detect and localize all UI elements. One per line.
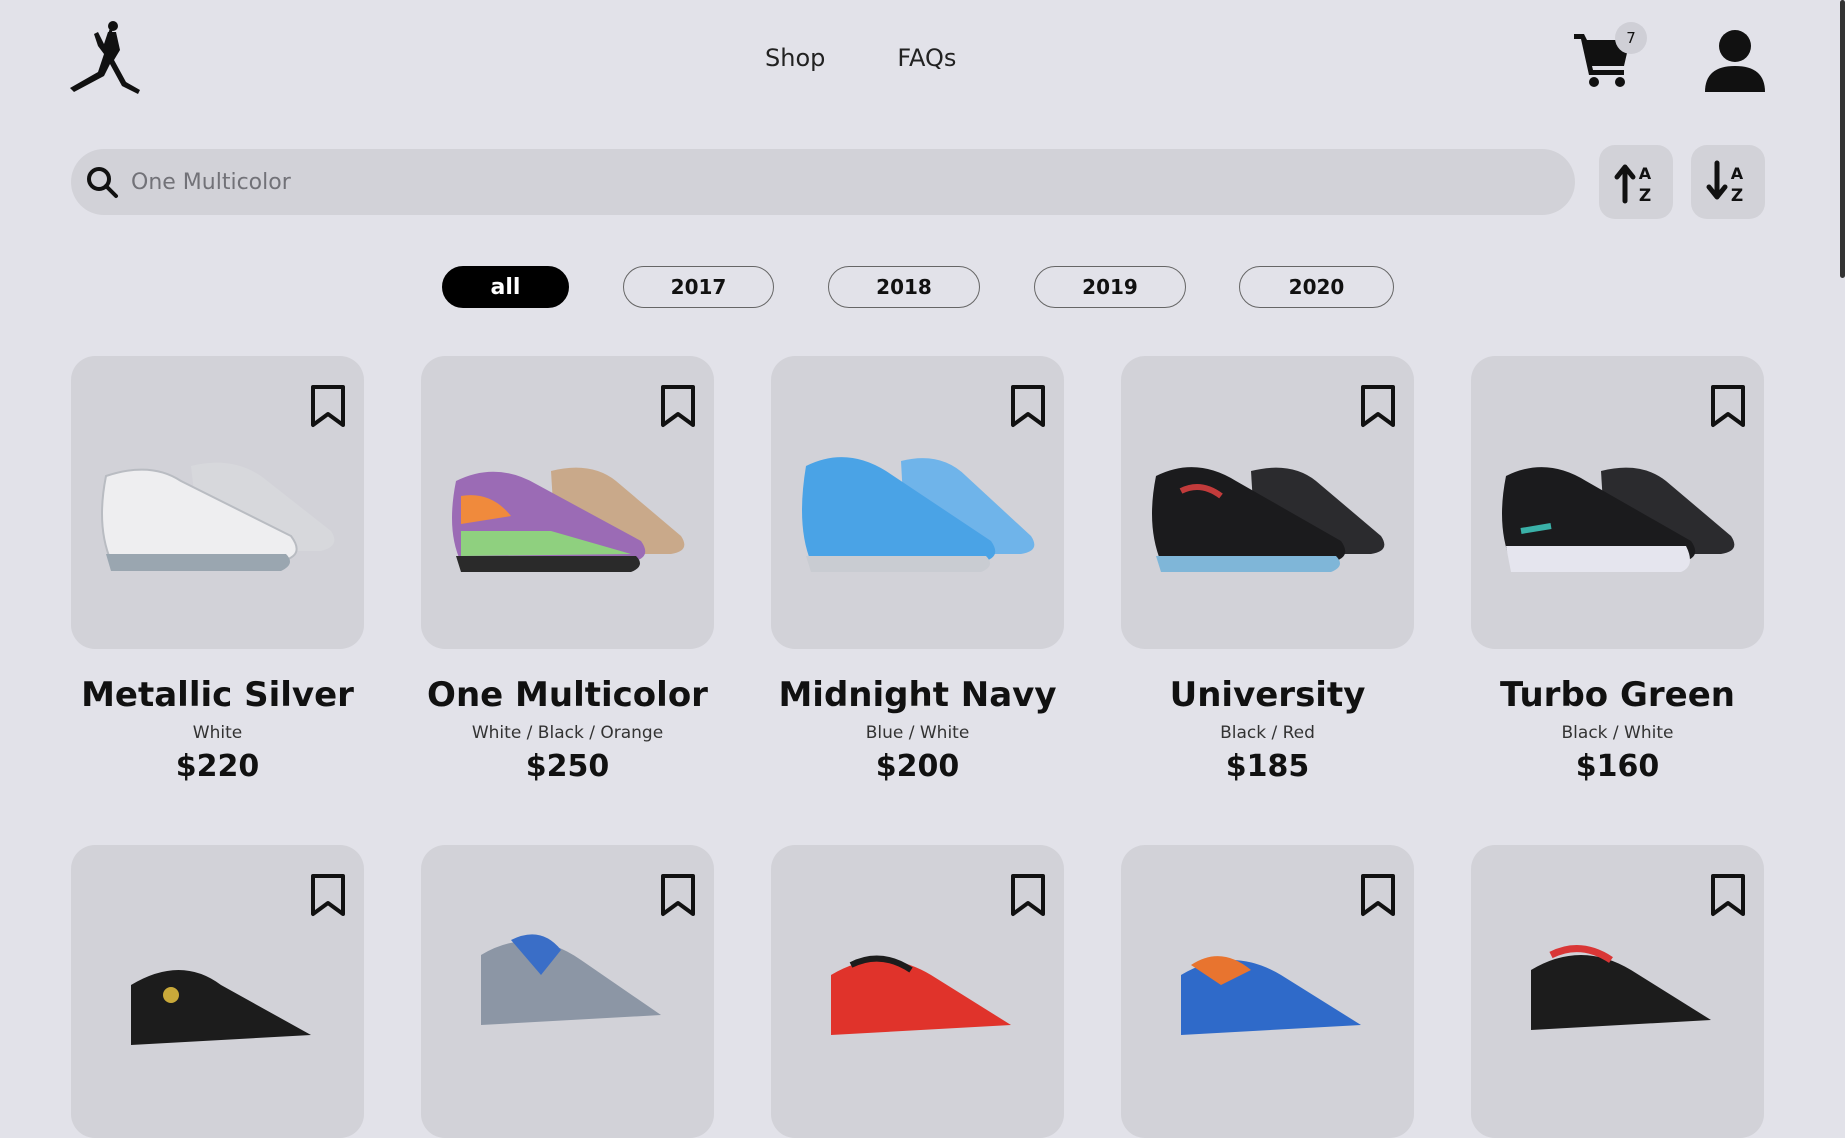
bookmark-icon[interactable] [310, 384, 346, 428]
bookmark-icon[interactable] [660, 384, 696, 428]
product-image-area[interactable] [71, 356, 364, 649]
user-icon[interactable] [1704, 28, 1766, 92]
svg-text:A: A [1731, 164, 1744, 183]
page-scrollbar[interactable] [1840, 0, 1845, 1020]
search-bar [71, 149, 1575, 215]
shoe-image [831, 955, 1011, 1035]
product-card[interactable]: University Black / Red $185 [1121, 356, 1414, 784]
filter-2020[interactable]: 2020 [1239, 266, 1394, 308]
product-image-area[interactable] [421, 845, 714, 1138]
product-card[interactable] [1471, 845, 1764, 1138]
shoe-image [1502, 467, 1735, 572]
bookmark-icon[interactable] [1360, 384, 1396, 428]
sort-descending-button[interactable]: A Z [1691, 145, 1765, 219]
svg-text:Z: Z [1639, 186, 1651, 205]
bookmark-icon[interactable] [660, 873, 696, 917]
bookmark-icon[interactable] [1710, 384, 1746, 428]
svg-text:Z: Z [1731, 186, 1743, 205]
shoe-image [1531, 945, 1711, 1030]
product-image-area[interactable] [771, 356, 1064, 649]
product-card[interactable]: Midnight Navy Blue / White $200 [771, 356, 1064, 784]
sort-az-down-icon: A Z [1706, 160, 1744, 205]
product-colors: Black / Red [1220, 723, 1315, 743]
product-price: $185 [1225, 749, 1310, 784]
product-card[interactable] [1121, 845, 1414, 1138]
filter-2019[interactable]: 2019 [1034, 266, 1186, 308]
product-name: One Multicolor [427, 675, 708, 715]
search-icon [87, 167, 118, 198]
bookmark-icon[interactable] [1010, 384, 1046, 428]
shoe-sole [106, 554, 290, 571]
scrollbar-thumb[interactable] [1840, 0, 1845, 278]
product-colors: Black / White [1561, 723, 1674, 743]
bookmark-icon[interactable] [310, 873, 346, 917]
shoe-image [101, 462, 335, 571]
main-nav: Shop FAQs [765, 44, 956, 72]
search-input[interactable] [129, 168, 1533, 196]
product-image-area[interactable] [71, 845, 364, 1138]
product-card[interactable]: One Multicolor White / Black / Orange $2… [421, 356, 714, 784]
filter-2017[interactable]: 2017 [623, 266, 774, 308]
product-image-area[interactable] [1121, 356, 1414, 649]
shoe-image [1152, 467, 1385, 572]
product-name: Turbo Green [1500, 675, 1735, 715]
product-card[interactable] [421, 845, 714, 1138]
shoe-image [481, 934, 661, 1025]
year-filters: all 2017 2018 2019 2020 [0, 266, 1840, 310]
page: Shop FAQs 7 A Z A [0, 0, 1840, 1138]
shoe-image [131, 970, 311, 1045]
product-name: Midnight Navy [778, 675, 1057, 715]
product-price: $160 [1575, 749, 1660, 784]
bookmark-icon[interactable] [1710, 873, 1746, 917]
svg-text:A: A [1639, 164, 1652, 183]
product-image-area[interactable] [421, 356, 714, 649]
shoe-image [1181, 956, 1361, 1035]
product-name: University [1169, 675, 1366, 715]
bookmark-icon[interactable] [1360, 873, 1396, 917]
shoe-image [452, 467, 685, 572]
product-name: Metallic Silver [81, 675, 354, 715]
nav-shop[interactable]: Shop [765, 44, 825, 72]
product-image-area[interactable] [1121, 845, 1414, 1138]
bookmark-icon[interactable] [1010, 873, 1046, 917]
jumpman-logo[interactable] [68, 20, 148, 94]
product-image-area[interactable] [1471, 845, 1764, 1138]
product-card[interactable] [71, 845, 364, 1138]
product-image-area[interactable] [1471, 356, 1764, 649]
cart-count-badge: 7 [1615, 22, 1647, 54]
product-price: $220 [175, 749, 260, 784]
sort-az-up-icon: A Z [1614, 164, 1652, 205]
product-colors: White [192, 723, 243, 743]
filter-all[interactable]: all [442, 266, 569, 308]
filter-2018[interactable]: 2018 [828, 266, 980, 308]
product-image-area[interactable] [771, 845, 1064, 1138]
product-card[interactable]: Turbo Green Black / White $160 [1471, 356, 1764, 784]
product-card[interactable] [771, 845, 1064, 1138]
nav-faqs[interactable]: FAQs [897, 44, 956, 72]
sort-ascending-button[interactable]: A Z [1599, 145, 1673, 219]
product-price: $250 [525, 749, 610, 784]
product-colors: White / Black / Orange [471, 723, 664, 743]
product-card[interactable]: Metallic Silver White $220 [71, 356, 364, 784]
product-price: $200 [875, 749, 960, 784]
product-colors: Blue / White [865, 723, 970, 743]
shoe-image [802, 457, 1035, 572]
